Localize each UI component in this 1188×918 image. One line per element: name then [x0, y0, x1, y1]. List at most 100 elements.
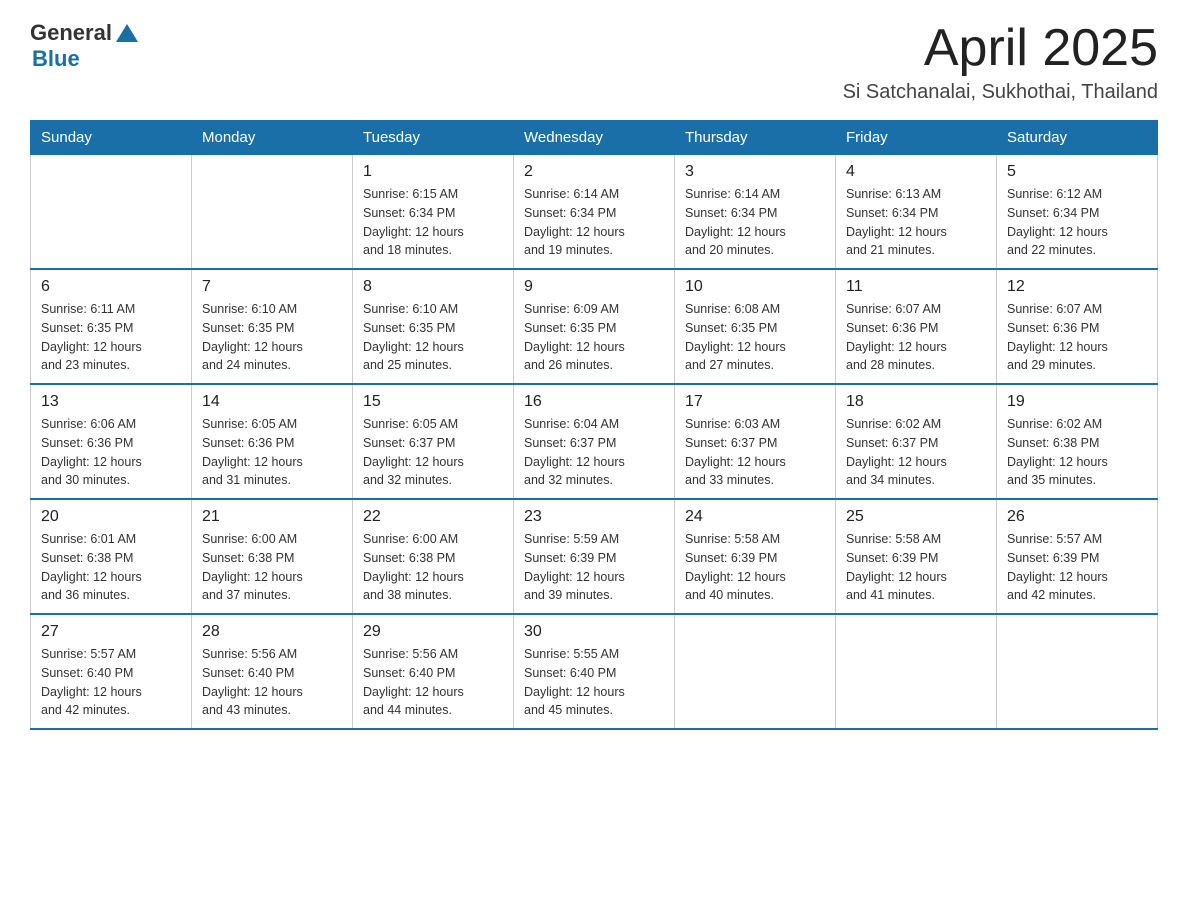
day-info: Sunrise: 5:57 AM Sunset: 6:40 PM Dayligh…: [41, 645, 181, 720]
calendar-week-row: 20Sunrise: 6:01 AM Sunset: 6:38 PM Dayli…: [31, 499, 1158, 614]
calendar-cell: 8 Sunrise: 6:10 AM Sunset: 6:35 PM Daylig…: [353, 269, 514, 384]
day-number: 3: [685, 163, 825, 181]
calendar-cell: [836, 614, 997, 729]
day-info: Sunrise: 5:56 AM Sunset: 6:40 PM Dayligh…: [363, 645, 503, 720]
day-info: Sunrise: 5:55 AM Sunset: 6:40 PM Dayligh…: [524, 645, 664, 720]
calendar-week-row: 27 Sunrise: 5:57 AM Sunset: 6:40 PM Dayli…: [31, 614, 1158, 729]
day-info: Sunrise: 6:14 AM Sunset: 6:34 PM Dayligh…: [524, 185, 664, 260]
calendar-cell: 18 Sunrise: 6:02 AM Sunset: 6:37 PM Dayli…: [836, 384, 997, 499]
day-number: 8: [363, 278, 503, 296]
day-info: Sunrise: 5:59 AM Sunset: 6:39 PM Dayligh…: [524, 530, 664, 605]
day-number: 16: [524, 393, 664, 411]
calendar-cell: [997, 614, 1158, 729]
calendar-cell: 11Sunrise: 6:07 AM Sunset: 6:36 PM Dayli…: [836, 269, 997, 384]
day-number: 12: [1007, 278, 1147, 296]
calendar-header-row: SundayMondayTuesdayWednesdayThursdayFrid…: [31, 121, 1158, 155]
day-number: 18: [846, 393, 986, 411]
calendar-cell: [675, 614, 836, 729]
day-info: Sunrise: 6:09 AM Sunset: 6:35 PM Dayligh…: [524, 300, 664, 375]
day-number: 21: [202, 508, 342, 526]
calendar-cell: 29Sunrise: 5:56 AM Sunset: 6:40 PM Dayli…: [353, 614, 514, 729]
calendar-cell: 30 Sunrise: 5:55 AM Sunset: 6:40 PM Dayli…: [514, 614, 675, 729]
calendar-week-row: 6 Sunrise: 6:11 AM Sunset: 6:35 PM Daylig…: [31, 269, 1158, 384]
calendar-table: SundayMondayTuesdayWednesdayThursdayFrid…: [30, 120, 1158, 730]
day-info: Sunrise: 6:03 AM Sunset: 6:37 PM Dayligh…: [685, 415, 825, 490]
column-header-friday: Friday: [836, 121, 997, 155]
day-info: Sunrise: 6:13 AM Sunset: 6:34 PM Dayligh…: [846, 185, 986, 260]
day-info: Sunrise: 6:07 AM Sunset: 6:36 PM Dayligh…: [1007, 300, 1147, 375]
location-title: Si Satchanalai, Sukhothai, Thailand: [843, 81, 1158, 104]
day-info: Sunrise: 6:05 AM Sunset: 6:37 PM Dayligh…: [363, 415, 503, 490]
month-title: April 2025: [843, 20, 1158, 77]
calendar-cell: 21 Sunrise: 6:00 AM Sunset: 6:38 PM Dayli…: [192, 499, 353, 614]
calendar-week-row: 13 Sunrise: 6:06 AM Sunset: 6:36 PM Dayli…: [31, 384, 1158, 499]
calendar-cell: 1 Sunrise: 6:15 AM Sunset: 6:34 PM Daylig…: [353, 155, 514, 270]
day-info: Sunrise: 6:00 AM Sunset: 6:38 PM Dayligh…: [363, 530, 503, 605]
day-number: 26: [1007, 508, 1147, 526]
day-info: Sunrise: 6:10 AM Sunset: 6:35 PM Dayligh…: [363, 300, 503, 375]
calendar-cell: 9 Sunrise: 6:09 AM Sunset: 6:35 PM Daylig…: [514, 269, 675, 384]
calendar-cell: 4 Sunrise: 6:13 AM Sunset: 6:34 PM Daylig…: [836, 155, 997, 270]
calendar-cell: 12 Sunrise: 6:07 AM Sunset: 6:36 PM Dayli…: [997, 269, 1158, 384]
column-header-sunday: Sunday: [31, 121, 192, 155]
day-number: 4: [846, 163, 986, 181]
day-number: 9: [524, 278, 664, 296]
calendar-cell: 20Sunrise: 6:01 AM Sunset: 6:38 PM Dayli…: [31, 499, 192, 614]
calendar-cell: 10Sunrise: 6:08 AM Sunset: 6:35 PM Dayli…: [675, 269, 836, 384]
day-number: 10: [685, 278, 825, 296]
day-info: Sunrise: 6:11 AM Sunset: 6:35 PM Dayligh…: [41, 300, 181, 375]
day-number: 13: [41, 393, 181, 411]
day-number: 19: [1007, 393, 1147, 411]
day-number: 25: [846, 508, 986, 526]
calendar-cell: 6 Sunrise: 6:11 AM Sunset: 6:35 PM Daylig…: [31, 269, 192, 384]
day-info: Sunrise: 6:02 AM Sunset: 6:38 PM Dayligh…: [1007, 415, 1147, 490]
day-number: 5: [1007, 163, 1147, 181]
calendar-cell: 27 Sunrise: 5:57 AM Sunset: 6:40 PM Dayli…: [31, 614, 192, 729]
day-number: 27: [41, 623, 181, 641]
day-number: 17: [685, 393, 825, 411]
day-number: 30: [524, 623, 664, 641]
day-number: 28: [202, 623, 342, 641]
title-section: April 2025 Si Satchanalai, Sukhothai, Th…: [843, 20, 1158, 104]
calendar-cell: 24Sunrise: 5:58 AM Sunset: 6:39 PM Dayli…: [675, 499, 836, 614]
day-number: 2: [524, 163, 664, 181]
day-info: Sunrise: 6:14 AM Sunset: 6:34 PM Dayligh…: [685, 185, 825, 260]
day-info: Sunrise: 5:57 AM Sunset: 6:39 PM Dayligh…: [1007, 530, 1147, 605]
column-header-wednesday: Wednesday: [514, 121, 675, 155]
day-number: 14: [202, 393, 342, 411]
day-number: 6: [41, 278, 181, 296]
day-info: Sunrise: 5:58 AM Sunset: 6:39 PM Dayligh…: [685, 530, 825, 605]
calendar-cell: 15 Sunrise: 6:05 AM Sunset: 6:37 PM Dayli…: [353, 384, 514, 499]
calendar-cell: 25Sunrise: 5:58 AM Sunset: 6:39 PM Dayli…: [836, 499, 997, 614]
calendar-cell: [31, 155, 192, 270]
logo-triangle-icon: [116, 22, 138, 44]
logo-text-general: General: [30, 20, 112, 46]
calendar-cell: [192, 155, 353, 270]
day-info: Sunrise: 6:02 AM Sunset: 6:37 PM Dayligh…: [846, 415, 986, 490]
day-info: Sunrise: 6:04 AM Sunset: 6:37 PM Dayligh…: [524, 415, 664, 490]
day-number: 7: [202, 278, 342, 296]
day-number: 23: [524, 508, 664, 526]
calendar-cell: 3 Sunrise: 6:14 AM Sunset: 6:34 PM Daylig…: [675, 155, 836, 270]
calendar-week-row: 1 Sunrise: 6:15 AM Sunset: 6:34 PM Daylig…: [31, 155, 1158, 270]
logo: General Blue: [30, 20, 138, 72]
day-info: Sunrise: 6:12 AM Sunset: 6:34 PM Dayligh…: [1007, 185, 1147, 260]
day-number: 15: [363, 393, 503, 411]
calendar-cell: 19 Sunrise: 6:02 AM Sunset: 6:38 PM Dayli…: [997, 384, 1158, 499]
day-info: Sunrise: 6:06 AM Sunset: 6:36 PM Dayligh…: [41, 415, 181, 490]
day-info: Sunrise: 5:56 AM Sunset: 6:40 PM Dayligh…: [202, 645, 342, 720]
day-number: 22: [363, 508, 503, 526]
column-header-saturday: Saturday: [997, 121, 1158, 155]
day-info: Sunrise: 6:00 AM Sunset: 6:38 PM Dayligh…: [202, 530, 342, 605]
calendar-cell: 7Sunrise: 6:10 AM Sunset: 6:35 PM Daylig…: [192, 269, 353, 384]
calendar-cell: 26 Sunrise: 5:57 AM Sunset: 6:39 PM Dayli…: [997, 499, 1158, 614]
day-number: 1: [363, 163, 503, 181]
day-info: Sunrise: 6:05 AM Sunset: 6:36 PM Dayligh…: [202, 415, 342, 490]
calendar-cell: 13 Sunrise: 6:06 AM Sunset: 6:36 PM Dayli…: [31, 384, 192, 499]
column-header-monday: Monday: [192, 121, 353, 155]
day-info: Sunrise: 6:15 AM Sunset: 6:34 PM Dayligh…: [363, 185, 503, 260]
calendar-cell: 28 Sunrise: 5:56 AM Sunset: 6:40 PM Dayli…: [192, 614, 353, 729]
column-header-tuesday: Tuesday: [353, 121, 514, 155]
calendar-cell: 17 Sunrise: 6:03 AM Sunset: 6:37 PM Dayli…: [675, 384, 836, 499]
calendar-cell: 16 Sunrise: 6:04 AM Sunset: 6:37 PM Dayli…: [514, 384, 675, 499]
